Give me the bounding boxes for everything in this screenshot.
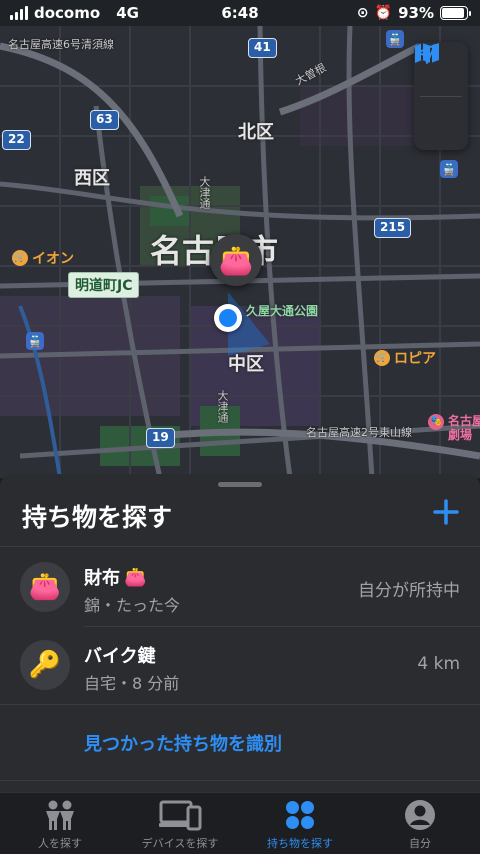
items-icon	[286, 801, 314, 829]
train-station-icon[interactable]: 🚆	[26, 332, 44, 350]
location-arrow-icon	[416, 44, 436, 64]
tab-label: デバイスを探す	[141, 837, 219, 850]
key-icon: 🔑	[20, 640, 70, 690]
tab-me[interactable]: 自分	[360, 793, 480, 854]
item-name-text: バイク鍵	[84, 646, 156, 667]
tab-people[interactable]: 人を探す	[0, 793, 120, 854]
item-name: バイク鍵	[84, 642, 156, 668]
current-location-button[interactable]	[414, 44, 468, 151]
item-row-bike-key[interactable]: 🔑 バイク鍵 自宅・8 分前 4 km	[0, 626, 480, 704]
poi-aeon[interactable]: 🛒 イオン	[12, 248, 74, 268]
sheet-title: 持ち物を探す	[22, 503, 173, 532]
map-view[interactable]: 名古屋高速6号清須線 大曽根 北区 西区 大津通 名古屋市 久屋大通公園 中区 …	[0, 26, 480, 478]
train-station-icon[interactable]: 🚆	[386, 30, 404, 48]
item-location-time: 自宅・8 分前	[84, 674, 180, 693]
shopping-cart-icon: 🛒	[374, 350, 390, 366]
poi-theater-label: 名古屋 劇場	[448, 414, 480, 442]
route-shield-63: 63	[90, 110, 119, 130]
tab-label: 自分	[409, 837, 431, 850]
theater-masks-icon: 🎭	[428, 414, 444, 430]
devices-icon	[159, 800, 202, 831]
wallet-pin-emoji: 👛	[218, 243, 254, 277]
map-label-meidocho-jc: 明道町JC	[68, 272, 140, 298]
map-label-otsu-north: 大津通	[198, 176, 211, 209]
key-icon-emoji: 🔑	[28, 650, 62, 680]
tab-label: 持ち物を探す	[267, 837, 333, 850]
wallet-item-pin[interactable]: 👛	[210, 234, 262, 286]
item-status: 自分が所持中	[358, 581, 460, 601]
item-distance: 4 km	[417, 654, 460, 674]
map-label-naka-ku: 中区	[228, 354, 264, 375]
battery-percent: 93%	[398, 4, 434, 22]
item-name-text: 財布	[84, 568, 120, 589]
alarm-icon: ⏰	[374, 5, 393, 21]
train-station-icon[interactable]: 🚆	[440, 160, 458, 178]
shopping-cart-icon: 🛒	[12, 250, 28, 266]
item-name-emoji: 👛	[124, 566, 147, 588]
route-shield-215: 215	[374, 218, 412, 238]
map-label-otsu-south: 大津通	[216, 390, 229, 423]
add-item-button[interactable]	[432, 498, 460, 526]
identify-found-item-link[interactable]: 見つかった持ち物を識別	[84, 730, 282, 756]
map-label-highway-top: 名古屋高速6号清須線	[8, 38, 114, 51]
sheet-grabber[interactable]	[218, 482, 262, 487]
poi-theater[interactable]: 🎭 名古屋 劇場	[428, 414, 480, 442]
map-label-hisaya-odori-park: 久屋大通公園	[246, 304, 319, 318]
tab-devices[interactable]: デバイスを探す	[120, 793, 240, 854]
wallet-icon: 👛	[20, 562, 70, 612]
items-sheet: 持ち物を探す 👛 財布 👛 錦・たった今 自分が所持中 🔑 バイク鍵 自宅・8 …	[0, 474, 480, 792]
poi-aeon-label: イオン	[32, 251, 74, 267]
map-controls	[414, 42, 468, 150]
map-label-nishi-ku: 西区	[74, 168, 110, 189]
tab-label: 人を探す	[38, 837, 82, 850]
item-location-time: 錦・たった今	[84, 596, 181, 615]
item-row-wallet[interactable]: 👛 財布 👛 錦・たった今 自分が所持中	[0, 548, 480, 626]
poi-lopia-label: ロピア	[394, 351, 436, 367]
route-shield-19: 19	[146, 428, 175, 448]
wallet-icon-emoji: 👛	[28, 572, 62, 602]
map-label-highway-bottom: 名古屋高速2号東山線	[306, 426, 412, 439]
item-name: 財布 👛	[84, 564, 146, 590]
clock: 6:48	[221, 4, 259, 22]
status-bar: docomo 4G 6:48 ⊙ ⏰ 93%	[0, 0, 480, 26]
current-location-dot	[214, 304, 242, 332]
map-label-kita-ku: 北区	[238, 122, 274, 143]
tab-bar: 人を探す デバイスを探す 持ち物を探す 自分	[0, 792, 480, 854]
lock-rotation-icon: ⊙	[356, 5, 369, 21]
tab-items[interactable]: 持ち物を探す	[240, 793, 360, 854]
route-shield-22: 22	[2, 130, 31, 150]
person-icon	[405, 800, 435, 830]
plus-icon	[433, 499, 459, 525]
battery-icon	[440, 6, 471, 20]
route-shield-41: 41	[248, 38, 277, 58]
people-icon	[46, 800, 74, 830]
poi-lopia[interactable]: 🛒 ロピア	[374, 348, 436, 368]
